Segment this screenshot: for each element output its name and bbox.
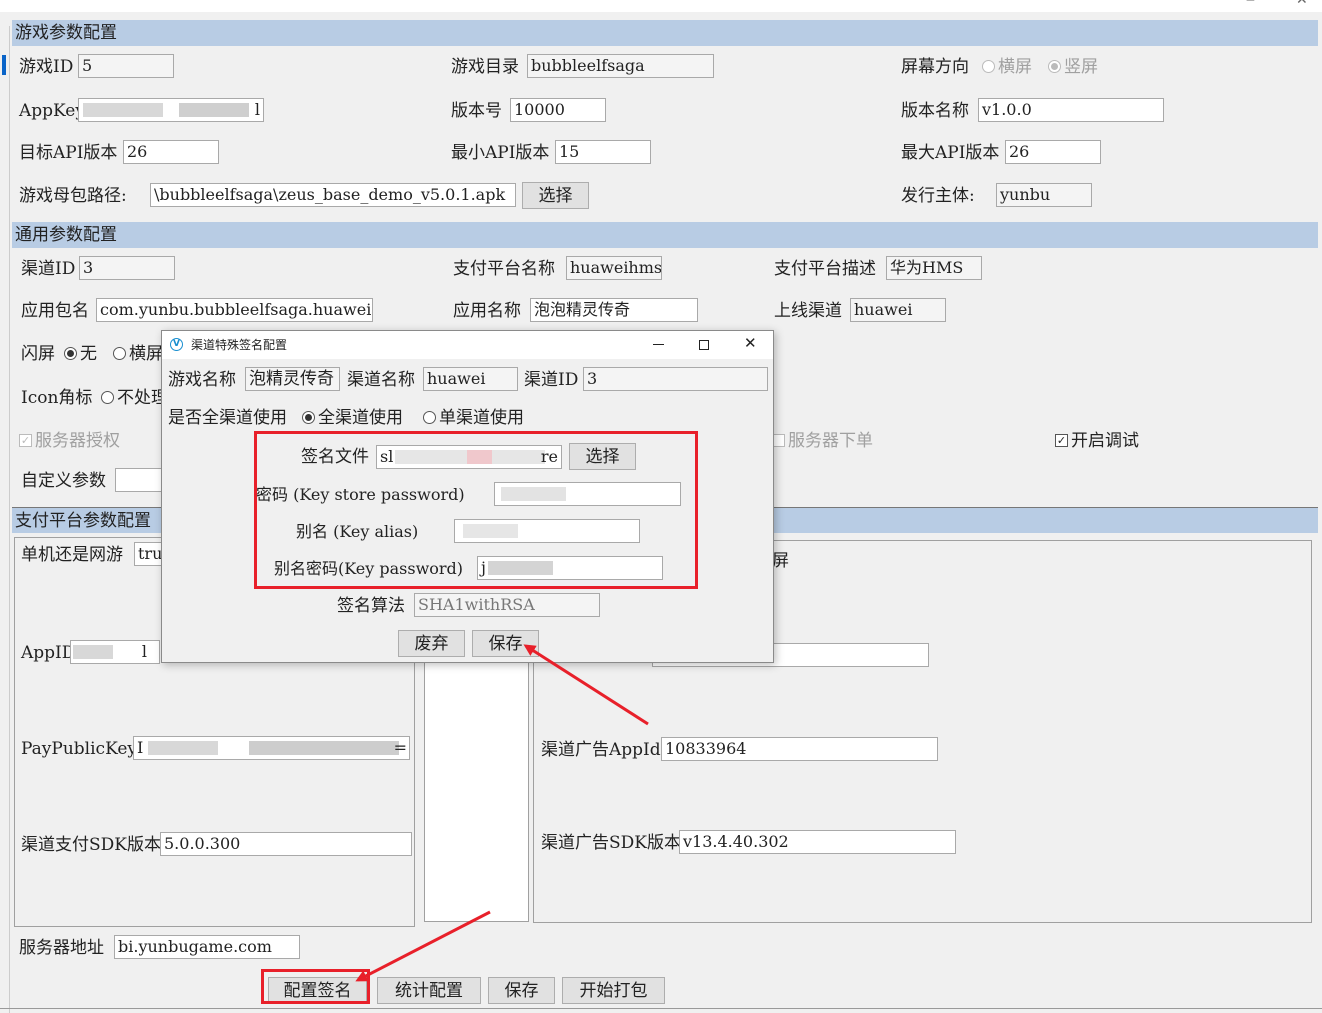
annotation-arrow-to-dialog-save (523, 644, 649, 726)
annotation-arrow-to-config-sign (355, 910, 491, 982)
annotation-arrows (355, 644, 649, 982)
